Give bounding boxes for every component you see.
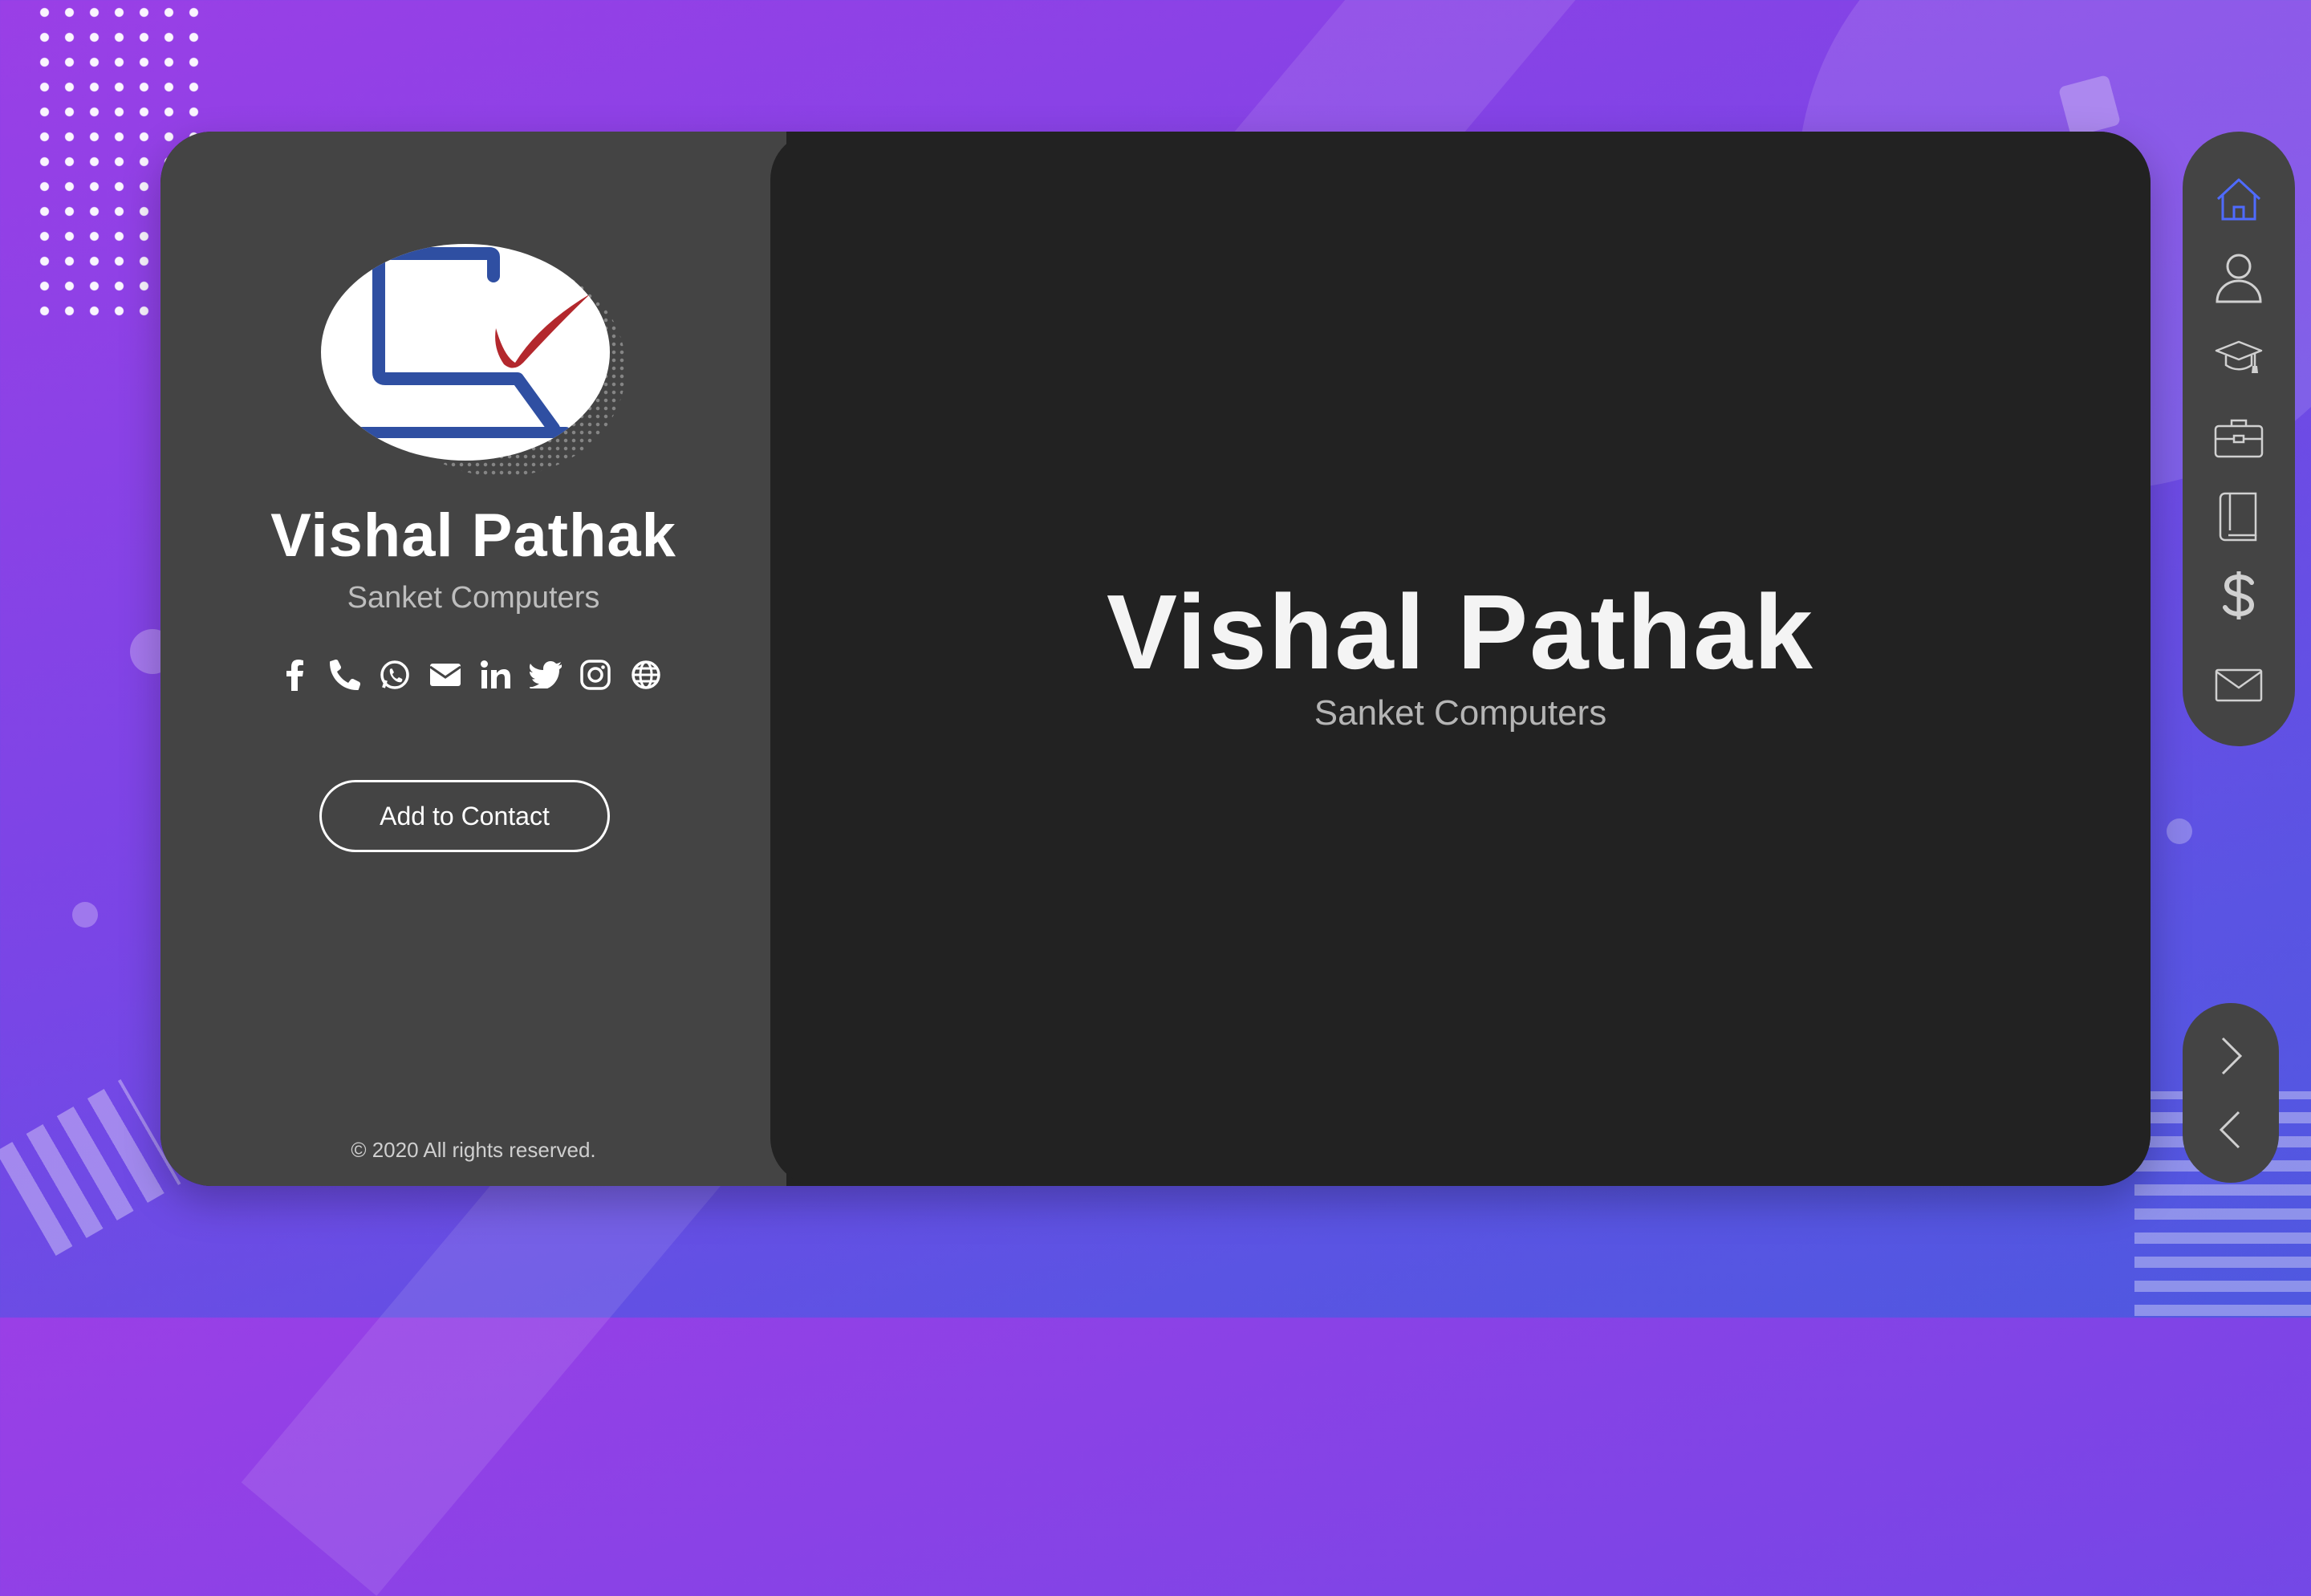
profile-company: Sanket Computers xyxy=(347,581,600,615)
avatar xyxy=(321,244,610,461)
mail-icon xyxy=(2215,668,2263,702)
add-to-contact-button[interactable]: Add to Contact xyxy=(319,780,610,852)
instagram-icon[interactable] xyxy=(579,658,612,692)
hero-name: Vishal Pathak xyxy=(1106,573,1814,691)
chevron-right-icon xyxy=(2221,1037,2243,1075)
page-navigation xyxy=(2183,1003,2279,1183)
dot-decoration xyxy=(2167,818,2192,844)
profile-card: Vishal Pathak Sanket Computers Add to Co… xyxy=(160,132,2151,1186)
nav-about[interactable] xyxy=(2199,246,2279,310)
social-links xyxy=(278,656,663,693)
graduation-cap-icon xyxy=(2215,340,2263,373)
email-icon[interactable] xyxy=(428,658,462,692)
stripe-decoration xyxy=(0,1079,181,1256)
phone-icon[interactable] xyxy=(328,658,362,692)
briefcase-icon xyxy=(2214,419,2264,458)
nav-contact[interactable] xyxy=(2199,653,2279,717)
twitter-icon[interactable] xyxy=(529,658,563,692)
previous-button[interactable] xyxy=(2199,1098,2263,1162)
dollar-icon xyxy=(2223,571,2255,619)
book-icon xyxy=(2219,492,2257,542)
copyright-footer: © 2020 All rights reserved. xyxy=(351,1138,596,1162)
avatar-container xyxy=(321,244,626,477)
next-button[interactable] xyxy=(2199,1024,2263,1088)
profile-sidebar: Vishal Pathak Sanket Computers Add to Co… xyxy=(160,132,786,1186)
whatsapp-icon[interactable] xyxy=(378,658,412,692)
globe-icon[interactable] xyxy=(629,658,663,692)
hero-company: Sanket Computers xyxy=(1314,693,1607,733)
nav-pricing[interactable] xyxy=(2199,563,2279,627)
home-icon xyxy=(2216,178,2261,221)
chevron-left-icon xyxy=(2219,1111,2240,1149)
nav-home[interactable] xyxy=(2199,167,2279,231)
nav-portfolio[interactable] xyxy=(2199,485,2279,549)
linkedin-icon[interactable] xyxy=(478,658,512,692)
facebook-icon[interactable] xyxy=(278,658,311,692)
user-icon xyxy=(2216,254,2262,303)
square-decoration xyxy=(2057,74,2122,138)
dot-decoration xyxy=(72,902,98,928)
nav-experience[interactable] xyxy=(2199,406,2279,470)
nav-education[interactable] xyxy=(2199,326,2279,390)
profile-name: Vishal Pathak xyxy=(270,502,676,570)
section-nav xyxy=(2183,132,2295,746)
company-logo-icon xyxy=(351,247,591,438)
